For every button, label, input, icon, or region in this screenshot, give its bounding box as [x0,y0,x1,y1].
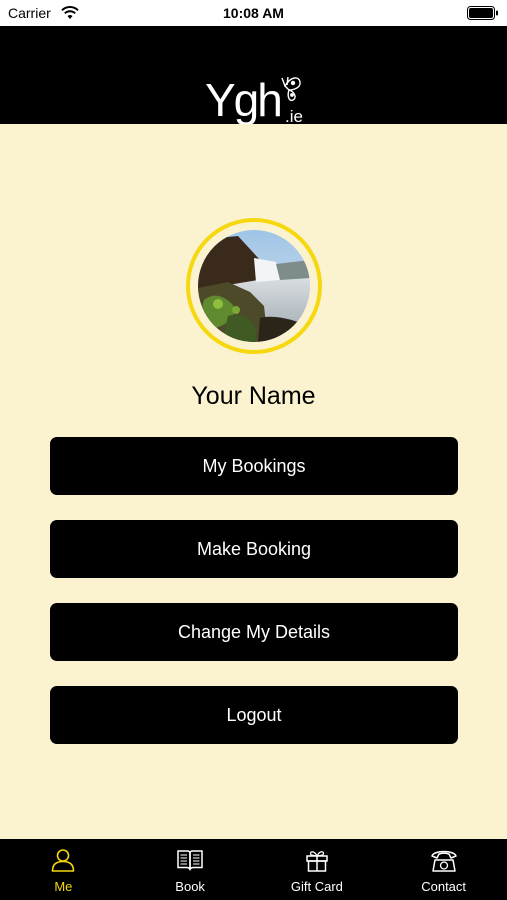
gift-icon [303,846,331,874]
battery-icon [467,6,498,20]
butterfly-icon [281,76,301,102]
tab-book[interactable]: Book [127,839,254,900]
tab-book-label: Book [175,879,205,894]
tab-gift-card-label: Gift Card [290,879,343,894]
make-booking-button[interactable]: Make Booking [50,520,458,578]
change-details-button[interactable]: Change My Details [50,603,458,661]
avatar[interactable] [198,230,310,342]
profile-screen: Your Name My Bookings Make Booking Chang… [0,124,507,839]
status-bar: Carrier 10:08 AM [0,0,507,26]
user-name: Your Name [191,382,316,410]
logo-text: Ygh [205,74,281,126]
phone-icon [430,846,458,874]
app-header: Ygh .ie [0,26,507,126]
status-time: 10:08 AM [223,5,284,21]
tab-bar: Me Book Gift Card Contact [0,839,507,900]
tab-contact-label: Contact [421,879,467,894]
logout-button[interactable]: Logout [50,686,458,744]
waterfall-photo [198,230,310,342]
person-icon [49,846,77,874]
tab-contact[interactable]: Contact [380,839,507,900]
tab-gift-card[interactable]: Gift Card [254,839,381,900]
tab-me[interactable]: Me [0,839,127,900]
tab-me-label: Me [54,879,73,894]
avatar-ring[interactable] [186,218,322,354]
my-bookings-button[interactable]: My Bookings [50,437,458,495]
book-icon [176,846,204,874]
